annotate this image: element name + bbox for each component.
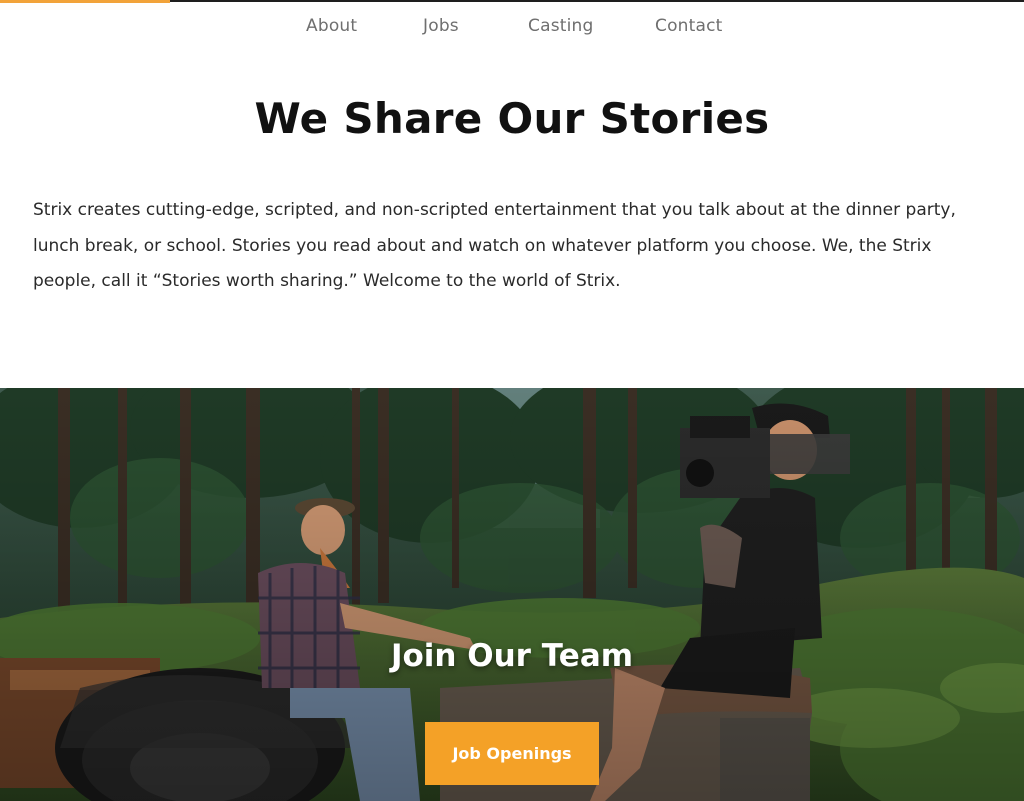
page-title: We Share Our Stories — [254, 94, 770, 143]
nav-about-link[interactable]: About — [306, 16, 357, 36]
top-accent-bar — [0, 0, 170, 3]
join-team-banner: Join Our Team Job Openings — [0, 388, 1024, 801]
job-openings-button[interactable]: Job Openings — [425, 722, 599, 785]
page: About Jobs Casting Contact We Share Our … — [0, 0, 1024, 801]
nav-casting-link[interactable]: Casting — [528, 16, 594, 36]
main-nav: About Jobs Casting Contact — [0, 16, 1024, 42]
intro-paragraph: Strix creates cutting-edge, scripted, an… — [33, 200, 956, 291]
nav-jobs-link[interactable]: Jobs — [423, 16, 459, 36]
nav-contact-link[interactable]: Contact — [655, 16, 723, 36]
join-team-heading: Join Our Team — [390, 638, 634, 674]
